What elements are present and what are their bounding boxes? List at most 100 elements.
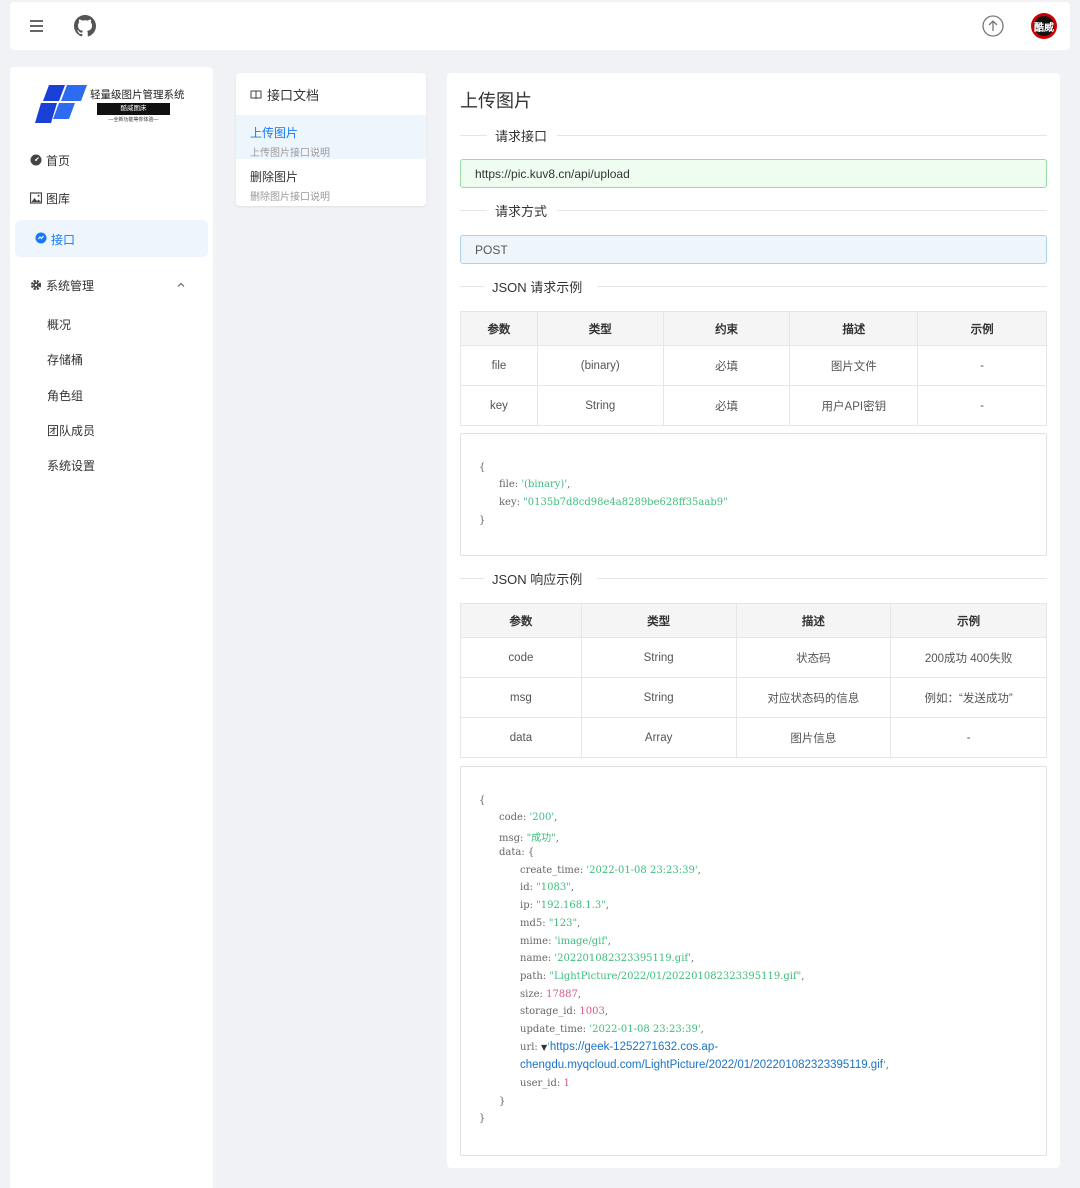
table-cell: - [890,717,1047,758]
table-cell: 必填 [662,385,791,426]
sidebar: 轻量级图片管理系统 酷威图床 —全新功能等你体验— 首页 图库 接口 系统管理 … [10,67,213,1188]
table-cell: 图片信息 [735,717,892,758]
table-cell: 图片文件 [789,345,919,386]
code-line: md5: "123", [520,918,581,929]
response-params-table: 参数 类型 描述 示例 code String 状态码 200成功 400失败 … [460,603,1047,758]
upload-icon[interactable] [982,15,1004,37]
request-example-label: JSON 请求示例 [492,280,583,295]
code-line: size: 17887, [520,989,582,1000]
code-line: url: ▼'https://geek-1252271632.cos.ap- [520,1041,719,1053]
doc-nav-item-delete[interactable]: 删除图片 删除图片接口说明 [236,159,426,203]
brand-tagline: —全新功能等你体验— [108,117,159,123]
sidebar-item-gallery[interactable]: 图库 [30,188,70,208]
dashboard-icon [30,154,42,166]
brand-name: 轻量级图片管理系统 [90,89,185,101]
table-header: 示例 [890,603,1047,638]
url-link-continued[interactable]: chengdu.myqcloud.com/LightPicture/2022/0… [520,1059,883,1071]
table-header: 描述 [735,603,892,638]
response-json-example: { code: '200', msg: "成功", data: { create… [460,766,1047,1156]
sidebar-item-label: 首页 [46,153,71,168]
table-cell: - [917,345,1047,386]
table-header: 约束 [662,311,791,346]
table-header: 类型 [536,311,664,346]
request-json-example: { file: '(binary)', key: "0135b7d8cd98e4… [460,433,1047,556]
table-cell: - [917,385,1047,426]
code-line: } [479,515,486,526]
method-value: POST [460,235,1047,264]
sidebar-group-system[interactable]: 系统管理 [30,275,94,295]
endpoint-divider: 请求接口 [460,125,1047,145]
code-line: path: "LightPicture/2022/01/202201082323… [520,971,805,982]
method-divider: 请求方式 [460,200,1047,220]
sidebar-item-home[interactable]: 首页 [30,150,70,170]
table-header: 描述 [789,311,919,346]
request-example-divider: JSON 请求示例 [460,276,1047,296]
github-icon[interactable] [74,15,96,37]
sidebar-subitem-overview[interactable]: 概况 [47,316,71,333]
code-line: ip: "192.168.1.3", [520,900,609,911]
doc-nav-item-upload[interactable]: 上传图片 上传图片接口说明 [236,115,426,159]
table-cell: code [460,637,582,678]
code-line: chengdu.myqcloud.com/LightPicture/2022/0… [520,1059,889,1071]
url-link[interactable]: https://geek-1252271632.cos.ap- [550,1041,718,1053]
code-line: storage_id: 1003, [520,1006,609,1017]
top-bar: 酷威 [10,2,1070,50]
avatar[interactable]: 酷威 [1031,13,1057,39]
code-line: create_time: '2022-01-08 23:23:39', [520,865,701,876]
request-params-table: 参数 类型 约束 描述 示例 file (binary) 必填 图片文件 - k… [460,311,1047,426]
code-line: msg: "成功", [499,833,559,844]
doc-nav-item-title: 上传图片 [250,126,299,140]
picture-icon [30,192,42,204]
doc-nav-item-desc: 上传图片接口说明 [250,148,330,159]
brand-bar-text: 酷威图床 [120,105,147,112]
table-cell: 状态码 [735,637,892,678]
table-header: 参数 [460,603,582,638]
sidebar-item-label: 接口 [51,233,76,247]
table-header: 类型 [580,603,737,638]
sidebar-item-label: 图库 [46,191,71,206]
code-line: file: '(binary)', [499,479,571,490]
api-icon [35,232,47,244]
table-cell: 200成功 400失败 [890,637,1047,678]
table-cell: String [536,385,664,426]
table-cell: key [460,385,538,426]
gear-icon [30,279,42,291]
table-row: file (binary) 必填 图片文件 - [460,345,1047,386]
response-example-divider: JSON 响应示例 [460,568,1047,588]
doc-nav-header: 接口文档 [250,85,319,104]
table-cell: 例如：“发送成功” [890,677,1047,718]
table-row: code String 状态码 200成功 400失败 [460,637,1047,678]
sidebar-subitem-storage[interactable]: 存储桶 [47,351,83,368]
logo-mark-icon [35,85,87,123]
table-header: 示例 [917,311,1047,346]
table-header: 参数 [460,311,538,346]
table-cell: 必填 [662,345,791,386]
sidebar-subitem-roles[interactable]: 角色组 [47,387,83,404]
table-cell: String [580,637,737,678]
hamburger-menu-icon[interactable] [26,14,48,38]
endpoint-label: 请求接口 [495,129,548,144]
brand-bar: 酷威图床 [97,103,170,115]
table-row: msg String 对应状态码的信息 例如：“发送成功” [460,677,1047,718]
table-row: data Array 图片信息 - [460,717,1047,758]
code-line: code: '200', [499,812,558,823]
code-line: user_id: 1 [520,1078,570,1089]
table-cell: file [460,345,538,386]
table-cell: 用户API密钥 [789,385,919,426]
method-label: 请求方式 [495,204,548,219]
code-line: id: "1083", [520,882,574,893]
sidebar-item-api[interactable]: 接口 [15,220,208,257]
response-example-label: JSON 响应示例 [492,572,583,587]
sidebar-subitem-settings[interactable]: 系统设置 [47,457,95,474]
chevron-up-icon[interactable] [175,279,187,291]
code-line: { [479,462,486,473]
code-line: key: "0135b7d8cd98e4a8289be628ff35aab9" [499,497,728,508]
endpoint-url[interactable]: https://pic.kuv8.cn/api/upload [460,159,1047,188]
code-line: } [499,1096,506,1107]
logo[interactable]: 轻量级图片管理系统 酷威图床 —全新功能等你体验— [35,83,190,127]
book-icon [250,90,262,99]
table-row: key String 必填 用户API密钥 - [460,385,1047,426]
code-line: name: '202201082323395119.gif', [520,953,695,964]
table-cell: Array [580,717,737,758]
sidebar-subitem-team[interactable]: 团队成员 [47,422,95,439]
